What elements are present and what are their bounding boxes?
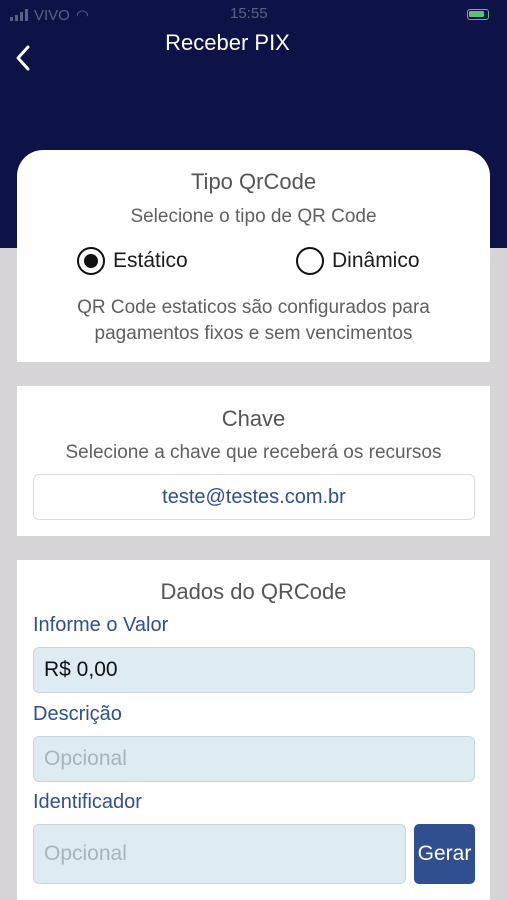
tipo-qrcode-description-line2: pagamentos fixos e sem vencimentos — [94, 323, 413, 344]
descricao-label: Descrição — [33, 703, 122, 725]
dados-qrcode-title: Dados do QRCode — [160, 579, 347, 604]
status-time: 15:55 — [230, 5, 268, 22]
chave-title: Chave — [221, 406, 286, 431]
radio-estatico-label: Estático — [113, 249, 188, 272]
valor-label: Informe o Valor — [33, 614, 169, 636]
identificador-input[interactable]: Opcional — [33, 824, 406, 884]
gerar-button[interactable]: Gerar — [414, 824, 475, 884]
dados-qrcode-card: Dados do QRCode Informe o Valor R$ 0,00 … — [17, 560, 490, 900]
chave-select[interactable]: teste@testes.com.br — [33, 474, 475, 520]
status-left: VIVO ◠ — [10, 6, 89, 24]
tipo-qrcode-description: QR Code estaticos são configurados para … — [17, 295, 490, 347]
radio-checked-icon — [77, 247, 105, 275]
wifi-icon: ◠ — [75, 7, 89, 24]
radio-estatico[interactable]: Estático — [77, 247, 188, 275]
status-bar: VIVO ◠ 15:55 — [0, 0, 507, 30]
signal-icon — [10, 9, 28, 21]
radio-unchecked-icon — [296, 247, 324, 275]
chave-card: Chave Selecione a chave que receberá os … — [17, 386, 490, 536]
page-title: Receber PIX — [165, 30, 290, 55]
qrcode-type-radio-group: Estático Dinâmico — [17, 247, 490, 279]
tipo-qrcode-card: Tipo QrCode Selecione o tipo de QR Code … — [17, 150, 490, 362]
valor-input[interactable]: R$ 0,00 — [33, 647, 475, 693]
carrier-label: VIVO — [34, 6, 70, 24]
radio-dinamico[interactable]: Dinâmico — [296, 247, 420, 275]
radio-dinamico-label: Dinâmico — [332, 249, 420, 272]
tipo-qrcode-description-line1: QR Code estaticos são configurados para — [77, 297, 430, 318]
descricao-input[interactable]: Opcional — [33, 736, 475, 782]
chave-subtitle: Selecione a chave que receberá os recurs… — [65, 442, 442, 463]
battery-icon — [467, 9, 489, 20]
tipo-qrcode-subtitle: Selecione o tipo de QR Code — [130, 206, 377, 227]
tipo-qrcode-title: Tipo QrCode — [190, 169, 317, 194]
identificador-label: Identificador — [33, 791, 142, 813]
